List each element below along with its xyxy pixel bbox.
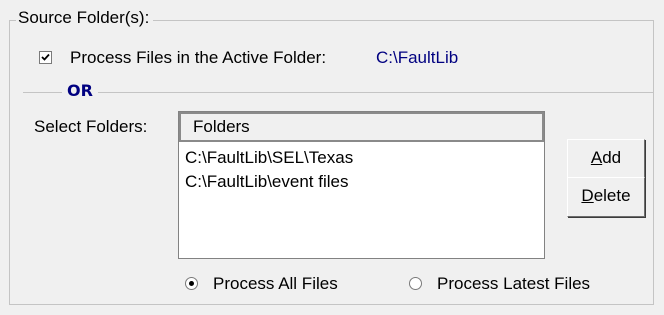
process-active-folder-label[interactable]: Process Files in the Active Folder: xyxy=(70,47,326,69)
process-active-folder-checkbox[interactable] xyxy=(39,51,52,64)
add-button[interactable]: Add xyxy=(567,139,645,179)
folders-list: C:\FaultLib\SEL\Texas C:\FaultLib\event … xyxy=(179,142,544,194)
process-latest-files-label[interactable]: Process Latest Files xyxy=(437,273,590,295)
folder-list-item[interactable]: C:\FaultLib\SEL\Texas xyxy=(179,146,544,170)
process-all-files-label[interactable]: Process All Files xyxy=(213,273,338,295)
add-button-label: dd xyxy=(602,148,622,167)
folders-listbox[interactable]: Folders C:\FaultLib\SEL\Texas C:\FaultLi… xyxy=(178,111,545,259)
select-folders-label: Select Folders: xyxy=(34,117,148,136)
or-divider xyxy=(23,92,654,93)
radio-selected-dot xyxy=(189,281,194,286)
active-folder-path: C:\FaultLib xyxy=(376,48,459,67)
or-label: OR xyxy=(62,80,98,102)
process-all-files-radio[interactable] xyxy=(185,277,198,290)
checkmark-icon xyxy=(41,53,50,61)
folders-column-header[interactable]: Folders xyxy=(179,112,544,142)
source-folders-panel: Source Folder(s): Process Files in the A… xyxy=(0,0,664,315)
delete-button[interactable]: Delete xyxy=(567,177,645,217)
folder-list-item[interactable]: C:\FaultLib\event files xyxy=(179,170,544,194)
group-title: Source Folder(s): xyxy=(16,8,154,28)
delete-button-label: elete xyxy=(593,186,631,205)
delete-button-access-key: D xyxy=(581,186,594,205)
process-latest-files-radio[interactable] xyxy=(409,277,422,290)
add-button-access-key: A xyxy=(590,148,603,167)
